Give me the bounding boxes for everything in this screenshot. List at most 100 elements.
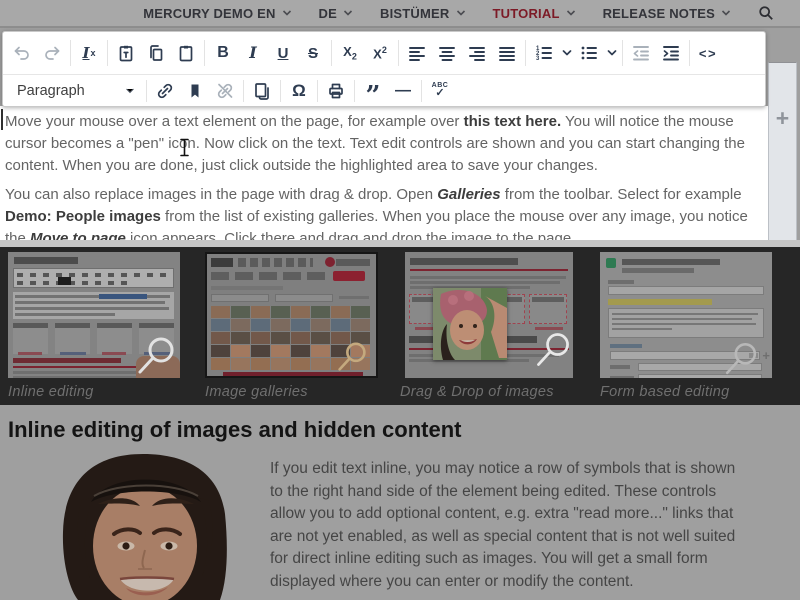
undo-icon xyxy=(12,43,32,63)
align-center-button[interactable] xyxy=(432,37,462,69)
copy-button[interactable] xyxy=(141,37,171,69)
nav-item-mercury-demo-en[interactable]: MERCURY DEMO EN xyxy=(143,6,291,21)
face-thumbnail-cell xyxy=(291,358,310,370)
outdent-icon xyxy=(631,43,651,63)
italic-button[interactable]: I xyxy=(238,37,268,69)
paste-button[interactable] xyxy=(171,37,201,69)
toolbar-divider xyxy=(243,80,244,102)
numbered-list-options-button[interactable] xyxy=(559,37,574,69)
face-thumbnail-cell xyxy=(251,358,270,370)
bold-button[interactable]: B xyxy=(208,37,238,69)
nav-item-tutorial[interactable]: TUTORIAL xyxy=(493,6,576,21)
spellcheck-icon: ABC✓ xyxy=(432,82,449,99)
toolbar-divider xyxy=(354,80,355,102)
align-right-button[interactable] xyxy=(462,37,492,69)
face-thumbnail-cell xyxy=(211,345,230,357)
thumbnail-drag-drop[interactable] xyxy=(405,252,573,378)
align-center-icon xyxy=(437,43,457,63)
nav-item-label: MERCURY DEMO EN xyxy=(143,6,275,21)
undo-button[interactable] xyxy=(7,37,37,69)
align-justify-icon xyxy=(497,43,517,63)
nav-item-bist-mer[interactable]: BISTÜMER xyxy=(380,6,466,21)
face-thumbnail-cell xyxy=(211,306,230,318)
copy-page-button[interactable] xyxy=(247,77,277,104)
thumbnail-form-editing[interactable]: + xyxy=(600,252,772,378)
spellcheck-button[interactable]: ABC✓ xyxy=(425,77,455,104)
preview-magnifier-icon xyxy=(335,340,369,378)
remove-format-button[interactable]: Ix xyxy=(74,37,104,69)
face-thumbnail-cell xyxy=(291,345,310,357)
thumbnail-inline-editing[interactable] xyxy=(8,252,180,378)
nav-item-release-notes[interactable]: RELEASE NOTES xyxy=(603,6,731,21)
search-icon[interactable] xyxy=(758,5,774,21)
redo-icon xyxy=(42,43,62,63)
face-thumbnail-cell xyxy=(251,319,270,331)
face-thumbnail-cell xyxy=(251,306,270,318)
preview-magnifier-icon xyxy=(722,340,760,378)
align-left-button[interactable] xyxy=(402,37,432,69)
align-right-icon xyxy=(467,43,487,63)
toolbar-divider xyxy=(421,80,422,102)
paste-as-text-button[interactable] xyxy=(111,37,141,69)
bullet-list-button[interactable] xyxy=(574,37,604,69)
copy-page-icon xyxy=(252,81,272,101)
face-thumbnail-cell xyxy=(331,319,350,331)
mouse-ibeam-cursor xyxy=(179,138,190,162)
add-content-button[interactable]: + xyxy=(769,107,796,130)
source-code-button[interactable]: <> xyxy=(693,37,723,69)
nav-item-de[interactable]: DE xyxy=(319,6,353,21)
remove-format-icon: Ix xyxy=(82,46,95,61)
outdent-button[interactable] xyxy=(626,37,656,69)
face-thumbnail-cell xyxy=(231,358,250,370)
bullet-list-options-button[interactable] xyxy=(604,37,619,69)
thumbnail-image-galleries[interactable] xyxy=(205,252,378,378)
special-character-button[interactable]: Ω xyxy=(284,77,314,104)
numbered-list-button[interactable]: 123 xyxy=(529,37,559,69)
chevron-down-icon xyxy=(566,10,576,16)
redo-button[interactable] xyxy=(37,37,67,69)
format-select[interactable]: Paragraph xyxy=(7,78,143,104)
face-thumbnail-cell xyxy=(311,358,330,370)
toolbar-divider xyxy=(525,40,526,66)
nav-item-label: BISTÜMER xyxy=(380,6,450,21)
section-text: If you edit text inline, you may notice … xyxy=(270,458,746,600)
dragged-photo xyxy=(433,288,507,360)
nav-item-label: TUTORIAL xyxy=(493,6,560,21)
page: MERCURY DEMO EN DE BISTÜMER TUTORIAL RELEASE… xyxy=(0,0,800,600)
chevron-icon xyxy=(607,50,617,56)
face-thumbnail-cell xyxy=(331,306,350,318)
toolbar-divider xyxy=(280,80,281,102)
anchor-button[interactable] xyxy=(180,77,210,104)
toolbar-row-2: Paragraph Ω ” — ABC✓ xyxy=(3,75,765,106)
face-thumbnail-cell xyxy=(271,358,290,370)
editor-toolbar: IxBIUSX2X2123<> ParagraphΩ”—ABC✓ xyxy=(2,31,766,107)
underline-button[interactable]: U xyxy=(268,37,298,69)
blockquote-button[interactable]: ” xyxy=(358,77,388,104)
subscript-button[interactable]: X2 xyxy=(335,37,365,69)
bold-icon: B xyxy=(217,45,229,61)
face-thumbnail-cell xyxy=(211,319,230,331)
section-heading: Inline editing of images and hidden cont… xyxy=(8,417,461,443)
add-icon: + xyxy=(762,348,770,363)
chevron-down-icon xyxy=(343,10,353,16)
toolbar-divider xyxy=(398,40,399,66)
bullist-icon xyxy=(579,43,599,63)
strikethrough-button[interactable]: S xyxy=(298,37,328,69)
nav-item-label: RELEASE NOTES xyxy=(603,6,715,21)
face-thumbnail-cell xyxy=(271,345,290,357)
numlist-icon: 123 xyxy=(534,43,554,63)
indent-button[interactable] xyxy=(656,37,686,69)
horizontal-rule-button[interactable]: — xyxy=(388,77,418,104)
superscript-button[interactable]: X2 xyxy=(365,37,395,69)
caption-drag-drop: Drag & Drop of images xyxy=(400,384,554,400)
insert-link-button[interactable] xyxy=(150,77,180,104)
align-justify-button[interactable] xyxy=(492,37,522,69)
editor-paragraph-1[interactable]: Move your mouse over a text element on t… xyxy=(5,111,758,177)
face-thumbnail-cell xyxy=(291,332,310,344)
inline-editor-content[interactable]: Move your mouse over a text element on t… xyxy=(0,106,774,240)
face-thumbnail-cell xyxy=(291,306,310,318)
unlink-button[interactable] xyxy=(210,77,240,104)
quote-icon: ” xyxy=(366,83,381,99)
print-button[interactable] xyxy=(321,77,351,104)
caption-form-editing: Form based editing xyxy=(600,384,730,400)
